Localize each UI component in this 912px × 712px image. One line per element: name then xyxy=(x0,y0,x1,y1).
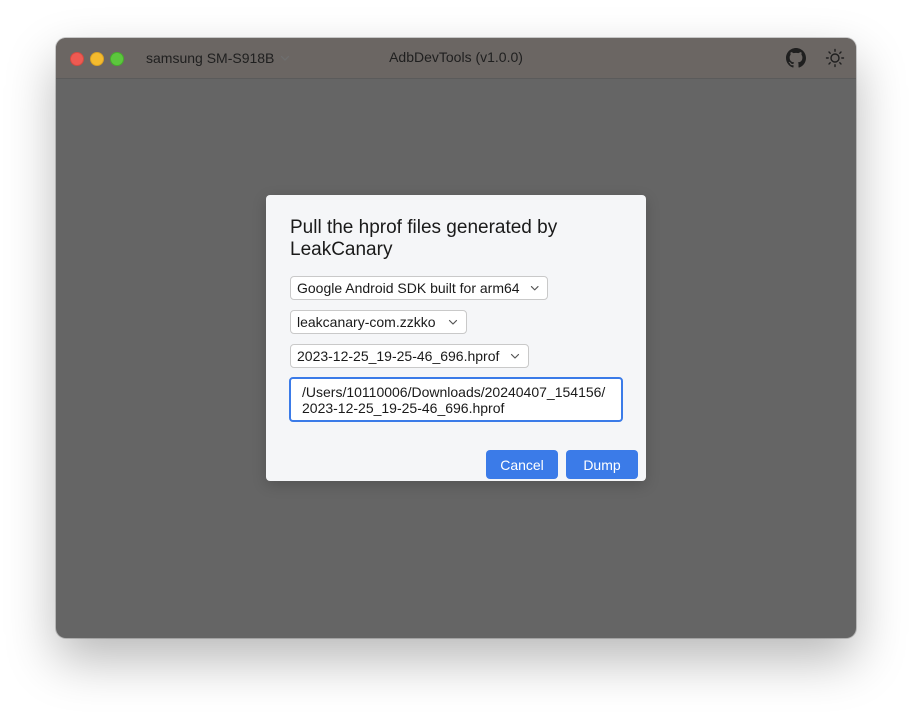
hprof-file-dropdown[interactable]: 2023-12-25_19-25-46_696.hprof xyxy=(290,344,529,368)
device-dropdown-value: Google Android SDK built for arm64 xyxy=(297,280,520,296)
save-path-input[interactable]: /Users/10110006/Downloads/20240407_15415… xyxy=(289,377,623,422)
sun-icon[interactable] xyxy=(825,48,845,68)
dialog-title: Pull the hprof files generated by LeakCa… xyxy=(290,217,558,260)
github-icon[interactable] xyxy=(786,48,806,68)
hprof-file-dropdown-value: 2023-12-25_19-25-46_696.hprof xyxy=(297,348,500,364)
chevron-down-icon xyxy=(448,319,458,325)
package-dropdown[interactable]: leakcanary-com.zzkko xyxy=(290,310,467,334)
chevron-down-icon xyxy=(510,353,520,359)
app-title: AdbDevTools (v1.0.0) xyxy=(389,49,523,65)
title-bar: samsung SM-S918B AdbDevTools (v1.0.0) xyxy=(56,38,856,79)
cancel-button[interactable]: Cancel xyxy=(486,450,558,479)
dump-button[interactable]: Dump xyxy=(566,450,638,479)
app-window: samsung SM-S918B AdbDevTools (v1.0.0) Pu… xyxy=(56,38,856,638)
device-dropdown[interactable]: Google Android SDK built for arm64 xyxy=(290,276,548,300)
hprof-dialog: Pull the hprof files generated by LeakCa… xyxy=(266,195,646,481)
package-dropdown-value: leakcanary-com.zzkko xyxy=(297,314,436,330)
chevron-down-icon xyxy=(530,286,539,291)
